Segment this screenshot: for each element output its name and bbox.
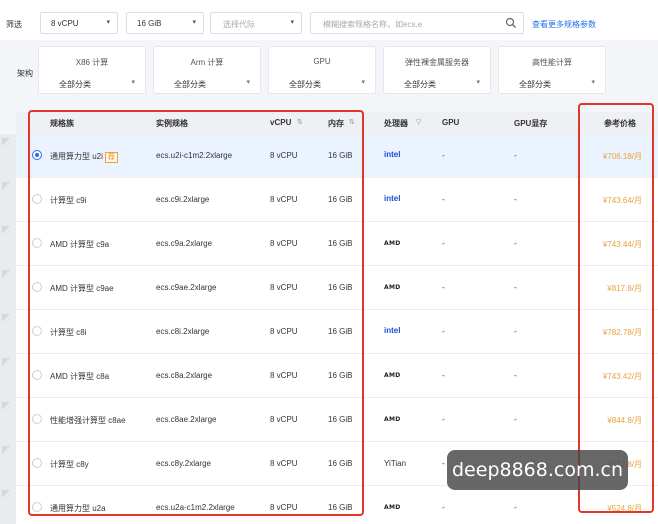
generation-select-placeholder: 选择代际 bbox=[223, 20, 255, 29]
col-gpu-memory: GPU显存 bbox=[514, 119, 548, 128]
filter-label: 筛选 bbox=[6, 20, 22, 29]
amd-logo: AMD bbox=[384, 372, 401, 379]
vcpu-select[interactable]: 8 vCPU ▾ bbox=[40, 12, 118, 34]
row-edge bbox=[0, 222, 16, 266]
row-gpu-memory: - bbox=[514, 327, 517, 336]
row-gpu: - bbox=[442, 415, 445, 424]
arch-card-name: 高性能计算 bbox=[532, 58, 572, 67]
arch-card-name: X86 计算 bbox=[75, 58, 109, 67]
arch-card-arm[interactable]: Arm 计算 全部分类 ▾ bbox=[153, 46, 261, 94]
chevron-down-icon: ▾ bbox=[106, 19, 110, 26]
row-gpu-memory: - bbox=[514, 283, 517, 292]
row-edge bbox=[0, 354, 16, 398]
row-gpu-memory: - bbox=[514, 371, 517, 380]
row-edge bbox=[0, 486, 16, 524]
amd-logo: AMD bbox=[384, 416, 401, 423]
arch-card-category[interactable]: 全部分类 bbox=[59, 79, 91, 90]
arch-card-x86[interactable]: X86 计算 全部分类 ▾ bbox=[38, 46, 146, 94]
arch-card-category[interactable]: 全部分类 bbox=[404, 79, 436, 90]
arch-card-name: 弹性裸金属服务器 bbox=[405, 58, 469, 67]
arch-card-category[interactable]: 全部分类 bbox=[289, 79, 321, 90]
row-edge bbox=[0, 442, 16, 486]
arch-card-name: GPU bbox=[313, 57, 331, 66]
row-gpu: - bbox=[442, 459, 445, 468]
vcpu-select-value: 8 vCPU bbox=[51, 19, 79, 28]
arch-card-bare-metal[interactable]: 弹性裸金属服务器 全部分类 ▾ bbox=[383, 46, 491, 94]
chevron-down-icon: ▾ bbox=[246, 79, 250, 86]
chevron-down-icon: ▾ bbox=[290, 19, 294, 26]
architecture-label: 架构 bbox=[17, 69, 33, 78]
search-placeholder: 模糊搜索规格名称，如ecs.e bbox=[323, 20, 423, 29]
row-edge bbox=[0, 178, 16, 222]
intel-logo: intel bbox=[384, 326, 401, 335]
row-gpu-memory: - bbox=[514, 503, 517, 512]
arch-card-category[interactable]: 全部分类 bbox=[519, 79, 551, 90]
amd-logo: AMD bbox=[384, 240, 401, 247]
chevron-down-icon: ▾ bbox=[476, 79, 480, 86]
row-gpu: - bbox=[442, 195, 445, 204]
generation-select[interactable]: 选择代际 ▾ bbox=[210, 12, 302, 34]
arch-card-category[interactable]: 全部分类 bbox=[174, 79, 206, 90]
row-edge bbox=[0, 134, 16, 178]
arch-card-gpu[interactable]: GPU 全部分类 ▾ bbox=[268, 46, 376, 94]
intel-logo: intel bbox=[384, 194, 401, 203]
row-gpu-memory: - bbox=[514, 151, 517, 160]
row-gpu: - bbox=[442, 327, 445, 336]
highlight-box-specs bbox=[28, 110, 364, 516]
architecture-filter: 架构 X86 计算 全部分类 ▾ Arm 计算 全部分类 ▾ GPU 全部分类 … bbox=[0, 40, 658, 110]
row-gpu-memory: - bbox=[514, 415, 517, 424]
more-specs-link[interactable]: 查看更多规格参数 bbox=[532, 19, 596, 30]
spec-search-input[interactable]: 模糊搜索规格名称，如ecs.e bbox=[310, 12, 524, 34]
row-gpu: - bbox=[442, 503, 445, 512]
arch-card-name: Arm 计算 bbox=[190, 58, 224, 67]
chevron-down-icon: ▾ bbox=[192, 19, 196, 26]
row-edge bbox=[0, 266, 16, 310]
row-edge bbox=[0, 310, 16, 354]
chevron-down-icon: ▾ bbox=[361, 79, 365, 86]
row-gpu: - bbox=[442, 151, 445, 160]
amd-logo: AMD bbox=[384, 284, 401, 291]
row-gpu: - bbox=[442, 239, 445, 248]
row-gpu-memory: - bbox=[514, 239, 517, 248]
memory-select-value: 16 GiB bbox=[137, 19, 162, 28]
amd-logo: AMD bbox=[384, 504, 401, 511]
filter-icon[interactable]: ▽ bbox=[416, 118, 421, 126]
row-gpu-memory: - bbox=[514, 195, 517, 204]
arch-card-hpc[interactable]: 高性能计算 全部分类 ▾ bbox=[498, 46, 606, 94]
search-icon[interactable] bbox=[505, 17, 517, 29]
row-edge bbox=[0, 398, 16, 442]
yitian-processor: YiTian bbox=[384, 459, 407, 468]
chevron-down-icon: ▾ bbox=[591, 79, 595, 86]
watermark: deep8868.com.cn bbox=[447, 450, 628, 490]
intel-logo: intel bbox=[384, 150, 401, 159]
col-processor: 处理器 bbox=[384, 119, 408, 128]
col-gpu: GPU bbox=[442, 118, 460, 127]
memory-select[interactable]: 16 GiB ▾ bbox=[126, 12, 204, 34]
chevron-down-icon: ▾ bbox=[131, 79, 135, 86]
row-gpu: - bbox=[442, 283, 445, 292]
row-gpu: - bbox=[442, 371, 445, 380]
